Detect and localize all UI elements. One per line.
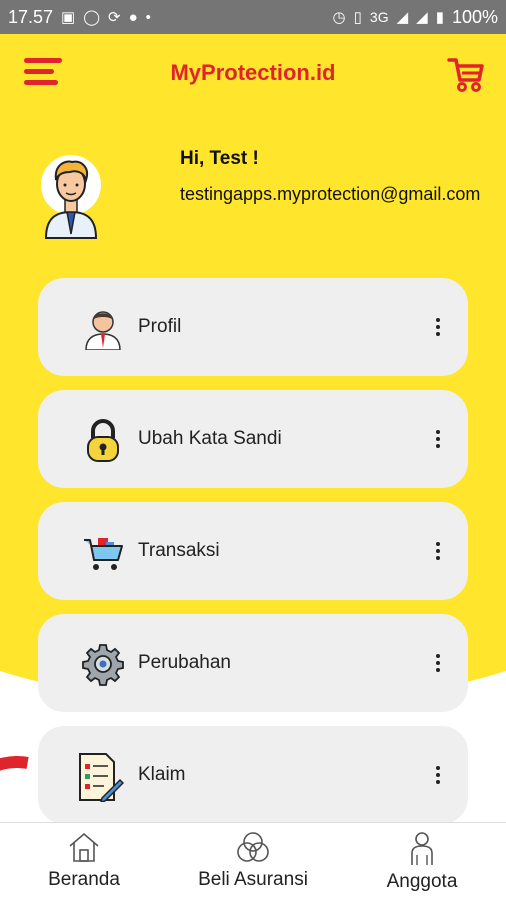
avatar [40,150,102,240]
status-bar: 17.57 ▣ ◯ ⟳ ● • ◷ ▯ 3G ◢ ◢ ▮ 100% [0,0,506,34]
more-icon[interactable] [436,654,440,675]
shopping-cart-icon [82,530,124,574]
home-icon [69,832,99,862]
app-bar: MyProtection.id [0,34,506,112]
cart-icon[interactable] [446,54,486,94]
menu-item-label: Transaksi [138,540,220,561]
nav-label: Beranda [48,869,120,890]
battery-level: 100% [451,6,498,27]
app-title: MyProtection.id [170,60,336,85]
menu-item-ubah-kata-sandi[interactable]: Ubah Kata Sandi [38,390,468,488]
signal-icon-2: ◢ [416,8,428,26]
menu-item-label: Ubah Kata Sandi [138,428,282,449]
document-icon [76,752,125,804]
menu-item-klaim[interactable]: Klaim [38,726,468,824]
user-email: testingapps.myprotection@gmail.com [180,184,481,204]
more-icon[interactable] [436,766,440,787]
bottom-navigation: Beranda Beli Asuransi Anggota [0,822,506,901]
whatsapp-icon: ◯ [83,8,101,26]
menu-item-perubahan[interactable]: Perubahan [38,614,468,712]
sync-icon: ⟳ [108,8,121,26]
nav-item-beli-asuransi[interactable]: Beli Asuransi [169,831,337,891]
nav-label: Anggota [386,871,458,892]
circles-icon [237,832,269,862]
menu-item-profil[interactable]: Profil [38,278,468,376]
nav-label: Beli Asuransi [198,869,308,890]
app-icon: ● [128,8,138,26]
vibrate-icon: ▯ [353,8,362,26]
user-icon [411,832,433,865]
more-icon[interactable] [436,318,440,339]
dot-icon: • [145,8,151,26]
padlock-icon [82,418,124,462]
menu-item-label: Klaim [138,764,186,785]
person-icon [82,306,124,351]
more-icon[interactable] [436,542,440,563]
more-icon[interactable] [436,430,440,451]
network-type: 3G [369,9,389,25]
alarm-icon: ◷ [332,8,346,26]
status-time: 17.57 [8,6,54,27]
greeting: Hi, Test ! [180,148,259,169]
image-icon: ▣ [61,8,76,26]
menu-item-transaksi[interactable]: Transaksi [38,502,468,600]
signal-icon: ◢ [396,8,409,26]
menu-item-label: Profil [138,316,182,337]
nav-item-anggota[interactable]: Anggota [338,831,506,893]
battery-icon: ▮ [435,8,444,26]
menu-item-label: Perubahan [138,652,231,673]
gear-icon [82,642,124,686]
nav-item-beranda[interactable]: Beranda [0,831,168,891]
